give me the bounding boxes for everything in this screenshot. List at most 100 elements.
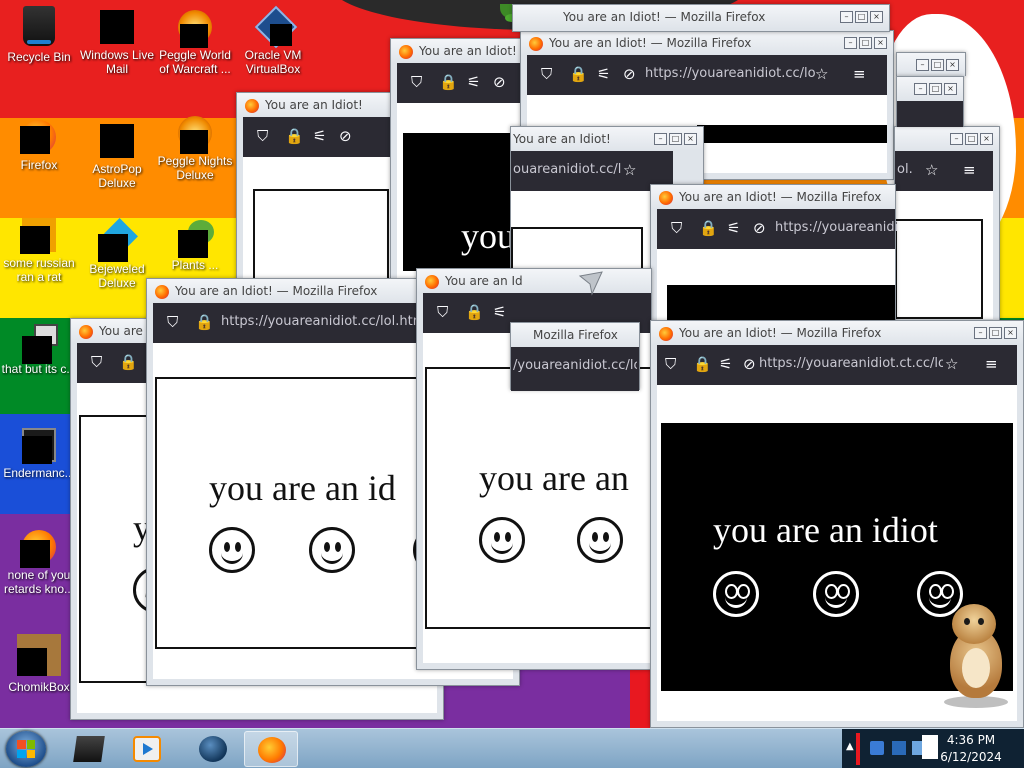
maximize-button[interactable]: □ — [989, 327, 1002, 339]
shield-icon[interactable]: ⛉ — [671, 219, 682, 237]
close-button[interactable]: × — [684, 133, 697, 145]
permissions-icon[interactable]: ⚟ — [467, 73, 480, 91]
lock-icon[interactable]: 🔒 — [569, 65, 588, 83]
lock-icon[interactable]: 🔒 — [119, 353, 138, 371]
window-titlebar[interactable]: You are an Idiot! — Mozilla Firefox — [651, 185, 895, 209]
url-bar[interactable]: https://youareanidiot.ct.cc/lol. — [759, 356, 943, 371]
url-bar[interactable]: https://youareanidiot.cc/lol. — [645, 66, 815, 81]
url-bar[interactable]: https://youareanidio — [775, 220, 897, 235]
minimize-button[interactable]: – — [840, 11, 853, 23]
lock-icon[interactable]: 🔒 — [439, 73, 458, 91]
close-button[interactable]: × — [874, 37, 887, 49]
lock-icon[interactable]: 🔒 — [285, 127, 304, 145]
maximize-button[interactable]: □ — [669, 133, 682, 145]
maximize-button[interactable]: □ — [965, 133, 978, 145]
desktop-icon-windows-live-mail[interactable]: Windows Live Mail — [78, 8, 156, 76]
desktop-icon-some-russian-ran-a-rat[interactable]: some russian ran a rat — [0, 216, 78, 284]
minimize-button[interactable]: – — [916, 59, 929, 71]
start-button[interactable] — [6, 731, 46, 767]
close-button[interactable]: × — [1004, 327, 1017, 339]
firefox-window[interactable]: – □ × — [896, 76, 964, 127]
shield-icon[interactable]: ⛉ — [541, 65, 552, 83]
maximize-button[interactable]: □ — [931, 59, 944, 71]
network-icon[interactable] — [870, 741, 884, 755]
window-titlebar[interactable]: You are an Idiot! – □ × — [511, 127, 703, 151]
minimize-button[interactable]: – — [654, 133, 667, 145]
tracking-protection-icon[interactable]: ⊘ — [339, 127, 352, 145]
show-hidden-icons-icon[interactable]: ▲ — [846, 741, 854, 752]
bookmark-star-icon[interactable]: ☆ — [945, 355, 958, 373]
lock-icon[interactable]: 🔒 — [465, 303, 484, 321]
lock-icon[interactable]: 🔒 — [699, 219, 718, 237]
desktop-icon-plants-vs-zombies[interactable]: Plants ... — [156, 218, 234, 272]
minimize-button[interactable]: – — [974, 327, 987, 339]
url-bar[interactable]: /youareanidiot.cc/lol — [513, 358, 637, 373]
window-titlebar[interactable]: You are an Idiot! — [391, 39, 529, 63]
firefox-window[interactable]: You are an Idiot! — Mozilla Firefox – □ … — [512, 4, 890, 32]
window-titlebar[interactable]: You are an Idiot! — [237, 93, 405, 117]
tracking-protection-icon[interactable]: ⊘ — [743, 355, 756, 373]
desktop-icon-peggle-world-of-warcraft[interactable]: Peggle World of Warcraft ... — [156, 8, 234, 76]
firefox-window[interactable]: – □ × — [896, 52, 966, 77]
shield-icon[interactable]: ⛉ — [91, 353, 102, 371]
desktop-icon-chomikbox[interactable]: ChomikBox — [0, 632, 78, 694]
firefox-window[interactable]: Mozilla Firefox /youareanidiot.cc/lol — [510, 322, 640, 391]
shield-icon[interactable]: ⛉ — [665, 355, 676, 373]
tracking-protection-icon[interactable]: ⊘ — [623, 65, 636, 83]
taskbar-globe[interactable] — [186, 731, 240, 767]
tracking-protection-icon[interactable]: ⊘ — [493, 73, 506, 91]
menu-icon[interactable]: ≡ — [963, 161, 976, 179]
minimize-button[interactable]: – — [950, 133, 963, 145]
bookmark-star-icon[interactable]: ☆ — [623, 161, 636, 179]
maximize-button[interactable]: □ — [859, 37, 872, 49]
firefox-window[interactable]: – □ × ol. ☆ ≡ — [894, 126, 1000, 326]
menu-icon[interactable]: ≡ — [985, 355, 998, 373]
window-titlebar[interactable]: You are an Idiot! — Mozilla Firefox – □ … — [513, 5, 889, 29]
window-titlebar[interactable]: You are an Id — [417, 269, 651, 293]
permissions-icon[interactable]: ⚟ — [597, 65, 610, 83]
shield-icon[interactable]: ⛉ — [257, 127, 268, 145]
close-button[interactable]: × — [944, 83, 957, 95]
minimize-button[interactable]: – — [844, 37, 857, 49]
display-icon[interactable] — [892, 741, 906, 755]
close-button[interactable]: × — [870, 11, 883, 23]
desktop-icon-enderman[interactable]: Endermanc... — [0, 426, 78, 480]
bookmark-star-icon[interactable]: ☆ — [925, 161, 938, 179]
menu-icon[interactable]: ≡ — [853, 65, 866, 83]
desktop-icon-bejeweled-deluxe[interactable]: Bejeweled Deluxe — [78, 218, 156, 290]
clock[interactable]: 4:36 PM 6/12/2024 — [918, 732, 1024, 766]
desktop-icon-that-but-its[interactable]: that but its c... — [0, 322, 78, 376]
desktop-icon-firefox[interactable]: Firefox — [0, 118, 78, 172]
minimize-button[interactable]: – — [914, 83, 927, 95]
window-titlebar[interactable]: Mozilla Firefox — [511, 323, 639, 347]
lock-icon[interactable]: 🔒 — [195, 313, 214, 331]
taskbar-app-1[interactable] — [62, 731, 116, 767]
tracking-protection-icon[interactable]: ⊘ — [753, 219, 766, 237]
desktop-icon-peggle-nights-deluxe[interactable]: Peggle Nights Deluxe — [156, 114, 234, 182]
maximize-button[interactable]: □ — [929, 83, 942, 95]
permissions-icon[interactable]: ⚟ — [719, 355, 732, 373]
window-titlebar[interactable]: – □ × — [897, 77, 963, 101]
permissions-icon[interactable]: ⚟ — [493, 303, 506, 321]
desktop-icon-oracle-vm-virtualbox[interactable]: Oracle VM VirtualBox — [234, 8, 312, 76]
taskbar-firefox[interactable] — [244, 731, 298, 767]
permissions-icon[interactable]: ⚟ — [727, 219, 740, 237]
window-titlebar[interactable]: – □ × — [895, 127, 999, 151]
desktop-icon-recycle-bin[interactable]: Recycle Bin — [0, 4, 78, 64]
window-titlebar[interactable]: You are an Idiot! — Mozilla Firefox – □ … — [521, 31, 893, 55]
shield-icon[interactable]: ⛉ — [167, 313, 178, 331]
lock-icon[interactable]: 🔒 — [693, 355, 712, 373]
url-bar[interactable]: https://youareanidiot.cc/lol.html — [221, 314, 421, 329]
shield-icon[interactable]: ⛉ — [437, 303, 448, 321]
close-button[interactable]: × — [946, 59, 959, 71]
taskbar-media-player[interactable] — [120, 731, 174, 767]
desktop-icon-astropop-deluxe[interactable]: AstroPop Deluxe — [78, 122, 156, 190]
url-bar[interactable]: ol. — [897, 162, 923, 177]
window-titlebar[interactable]: You are an Idiot! — Mozilla Firefox – □ … — [651, 321, 1023, 345]
permissions-icon[interactable]: ⚟ — [313, 127, 326, 145]
url-bar[interactable]: ouareanidiot.cc/lol. — [513, 162, 621, 177]
shield-icon[interactable]: ⛉ — [411, 73, 422, 91]
desktop-icon-none-of-you[interactable]: none of you retards kno... — [0, 528, 78, 596]
close-button[interactable]: × — [980, 133, 993, 145]
bookmark-star-icon[interactable]: ☆ — [815, 65, 828, 83]
